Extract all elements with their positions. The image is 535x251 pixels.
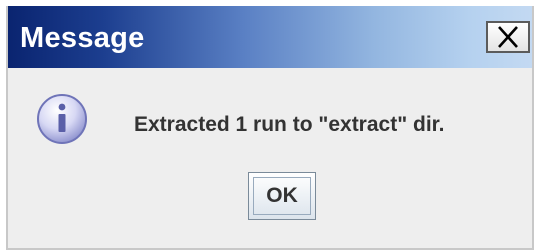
close-icon xyxy=(498,26,518,48)
message-dialog: Message Extracted 1 run to "extract" dir… xyxy=(6,6,534,250)
info-icon xyxy=(37,94,87,144)
title-bar[interactable]: Message xyxy=(8,6,532,68)
ok-button[interactable]: OK xyxy=(248,172,316,220)
ok-button-label: OK xyxy=(253,177,311,215)
close-button[interactable] xyxy=(486,21,530,53)
window-title: Message xyxy=(20,22,145,54)
message-text: Extracted 1 run to "extract" dir. xyxy=(134,113,445,136)
